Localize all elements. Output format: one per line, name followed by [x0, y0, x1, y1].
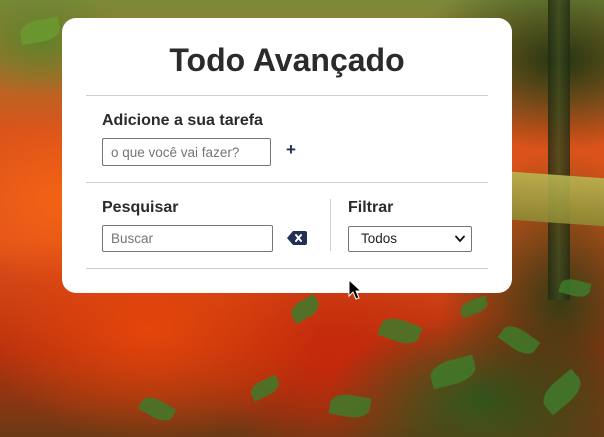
background-leaf [497, 320, 541, 360]
background-post [548, 0, 570, 300]
divider [86, 95, 488, 96]
mouse-pointer-icon [348, 279, 362, 300]
page-title: Todo Avançado [169, 42, 405, 78]
filter-select[interactable]: Todos [348, 226, 472, 252]
add-task-button[interactable]: + [284, 140, 298, 160]
todo-card: Todo Avançado Adicione a sua tarefa + Pe… [62, 18, 512, 293]
background-fence [512, 171, 604, 227]
filter-selected-value: Todos [361, 231, 398, 246]
background-leaf [458, 295, 490, 319]
background-leaf [18, 16, 62, 46]
filter-label: Filtrar [348, 199, 394, 216]
task-input[interactable] [102, 138, 271, 166]
background-leaf [248, 374, 282, 402]
search-label: Pesquisar [102, 199, 179, 216]
add-task-label: Adicione a sua tarefa [102, 112, 263, 129]
background-leaf [287, 293, 323, 325]
background-leaf [377, 313, 423, 349]
divider [86, 268, 488, 269]
chevron-down-icon [455, 235, 465, 242]
background-leaf [427, 354, 479, 390]
clear-search-button[interactable] [287, 231, 307, 245]
search-input[interactable] [102, 225, 273, 252]
divider [86, 182, 488, 183]
vertical-divider [330, 199, 331, 251]
background-leaf [537, 368, 587, 416]
background-leaf [137, 392, 177, 426]
backspace-icon [287, 231, 307, 245]
background-leaf [328, 391, 372, 421]
